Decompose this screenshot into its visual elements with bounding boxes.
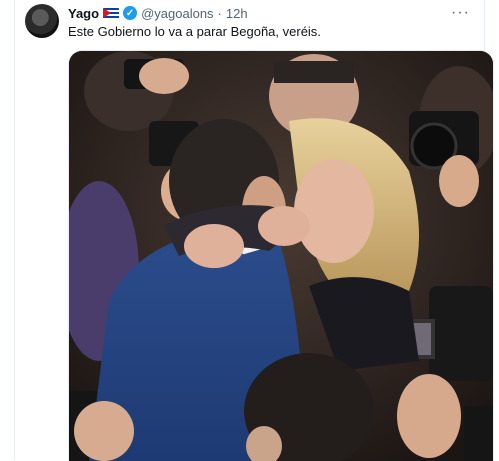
tweet[interactable]: Yago ✓ @yagoalons · 12h ··· Este Gobiern… — [15, 0, 494, 461]
author-name[interactable]: Yago — [68, 6, 99, 21]
tweet-text: Este Gobierno lo va a parar Begoña, veré… — [68, 24, 321, 39]
author-handle[interactable]: @yagoalons — [141, 6, 213, 21]
avatar[interactable] — [25, 4, 59, 38]
tweet-header: Yago ✓ @yagoalons · 12h — [68, 4, 248, 22]
left-column-divider — [0, 0, 15, 460]
verified-badge-icon: ✓ — [123, 6, 138, 20]
photo-illustration — [69, 51, 493, 461]
timeline-frame: Yago ✓ @yagoalons · 12h ··· Este Gobiern… — [0, 0, 499, 461]
cuba-flag-icon — [103, 7, 120, 19]
more-horizontal-icon[interactable]: ··· — [451, 4, 470, 22]
tweet-media-photo[interactable] — [68, 50, 494, 461]
tweet-time[interactable]: 12h — [226, 6, 248, 21]
separator-dot: · — [217, 5, 222, 21]
